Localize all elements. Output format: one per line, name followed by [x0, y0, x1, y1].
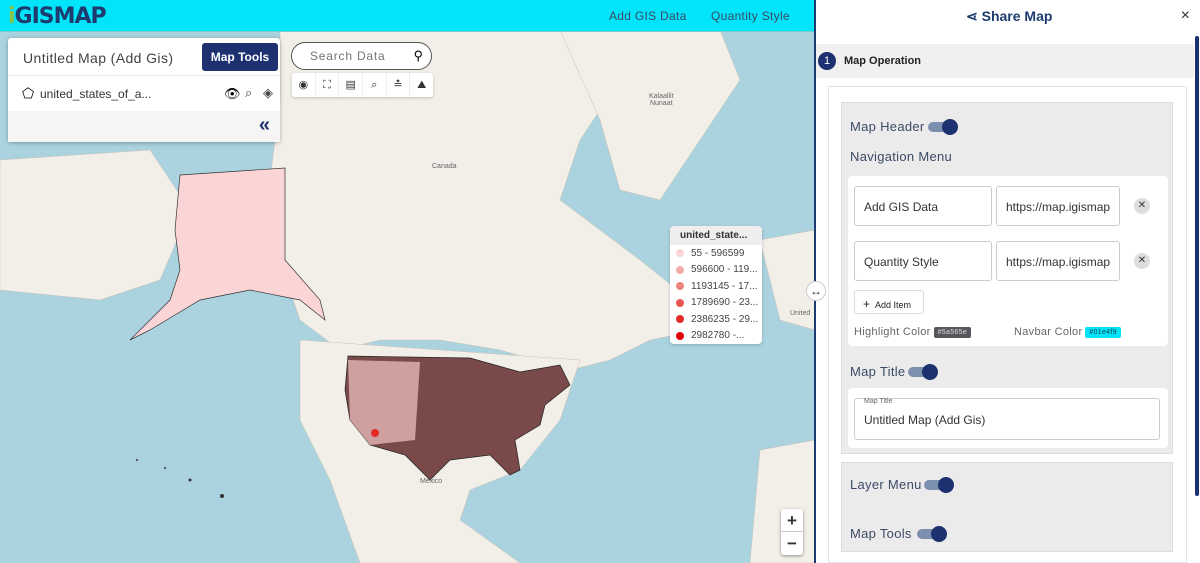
search-icon[interactable]: ⚲: [413, 48, 423, 64]
remove-item-icon[interactable]: ✕: [1134, 253, 1150, 269]
map-title-input[interactable]: Map Title Untitled Map (Add Gis): [854, 398, 1160, 440]
legend-swatch: [676, 249, 684, 258]
menu-settings: Layer Menu Map Tools: [841, 462, 1173, 552]
navigation-menu-label: Navigation Menu: [850, 149, 953, 164]
close-button[interactable]: ×: [1181, 7, 1190, 25]
zoom-to-layer-icon[interactable]: ⌕: [245, 85, 252, 101]
navbar-color: Navbar Color #01e4f9: [1014, 326, 1121, 338]
navbar: iGISMAP Add GIS Data Quantity Style: [0, 0, 815, 32]
legend-title: united_state...: [670, 226, 762, 245]
legend-item: 2982780 -...: [670, 328, 762, 345]
nav-items-box: Add GIS Data https://map.igismap ✕ Quant…: [848, 176, 1168, 346]
label-greenland: Kalaallit Nunaat: [649, 93, 674, 107]
map-tools-label: Map Tools: [850, 526, 912, 541]
zoom-in-button[interactable]: +: [781, 509, 803, 532]
header-settings: Map Header Navigation Menu Add GIS Data …: [841, 102, 1173, 454]
legend-swatch: [676, 331, 684, 340]
share-map-title: ⋖ Share Map: [966, 8, 1053, 24]
map-canvas[interactable]: Kalaallit Nunaat Canada México United iG…: [0, 0, 815, 563]
zoom-out-button[interactable]: −: [781, 532, 803, 555]
navbar-color-chip[interactable]: #01e4f9: [1085, 326, 1121, 338]
label-mexico: México: [420, 478, 443, 485]
legend-swatch: [676, 315, 684, 324]
eye-icon[interactable]: 👁: [224, 86, 241, 102]
collapse-icon[interactable]: «: [259, 114, 270, 137]
map-title-label: Map Title: [850, 364, 906, 379]
nav-quantity-style[interactable]: Quantity Style: [711, 9, 790, 23]
section-number: 1: [818, 52, 836, 70]
highlight-color-chip[interactable]: #5a565e: [933, 326, 972, 338]
locate-icon[interactable]: ◉: [292, 73, 316, 97]
map-header-toggle[interactable]: [928, 119, 958, 135]
legend-swatch: [676, 265, 684, 274]
search-icon[interactable]: ⌕: [363, 73, 387, 97]
search-box[interactable]: ⚲: [291, 42, 432, 70]
layer-menu-toggle[interactable]: [924, 477, 954, 493]
share-panel: ⋖ Share Map × 1 Map Operation Map Header…: [816, 0, 1200, 563]
zoom-control: + −: [781, 509, 803, 555]
map-header-label: Map Header: [850, 119, 925, 134]
map-title: Untitled Map (Add Gis): [23, 50, 174, 66]
layer-row[interactable]: ⬠ united_states_of_a... 👁 ⌕ ◈: [8, 75, 280, 111]
plus-icon: +: [863, 297, 871, 311]
share-icon: ⋖: [966, 8, 982, 24]
nav-add-gis-data[interactable]: Add GIS Data: [609, 9, 687, 23]
nav-item-name-input[interactable]: Add GIS Data: [854, 186, 992, 226]
highlight-color: Highlight Color #5a565e: [854, 326, 972, 338]
layer-panel: Untitled Map (Add Gis) Map Tools ⬠ unite…: [8, 38, 280, 142]
section-label: Map Operation: [844, 55, 922, 67]
resize-handle-icon[interactable]: ↔: [806, 281, 826, 301]
legend-swatch: [676, 282, 684, 291]
add-item-button[interactable]: + Add Item: [854, 290, 924, 314]
map-tools-toggle[interactable]: [917, 526, 947, 542]
legend-item: 1789690 - 23...: [670, 295, 762, 312]
section-map-operation[interactable]: 1 Map Operation: [816, 44, 1194, 78]
legend-item: 596600 - 119...: [670, 262, 762, 279]
map-title-box: Map Title Untitled Map (Add Gis): [848, 388, 1168, 448]
legend: united_state... 55 - 596599 596600 - 119.…: [670, 226, 762, 344]
nav-item-url-input[interactable]: https://map.igismap: [996, 186, 1120, 226]
layer-name: united_states_of_a...: [40, 87, 152, 101]
remove-item-icon[interactable]: ✕: [1134, 198, 1150, 214]
fullscreen-icon[interactable]: ⛶: [316, 73, 340, 97]
layers-icon[interactable]: ◈: [263, 85, 273, 101]
search-input[interactable]: [310, 49, 405, 63]
legend-item: 1193145 - 17...: [670, 278, 762, 295]
measure-icon[interactable]: ≛: [387, 73, 411, 97]
legend-item: 2386235 - 29...: [670, 311, 762, 328]
polygon-icon: ⬠: [22, 85, 35, 101]
legend-swatch: [676, 298, 684, 307]
legend-item: 55 - 596599: [670, 245, 762, 262]
layer-menu-label: Layer Menu: [850, 477, 922, 492]
print-icon[interactable]: ▤: [339, 73, 364, 97]
basemap-icon[interactable]: ⛰: [410, 73, 433, 97]
map-toolbar: ◉ ⛶ ▤ ⌕ ≛ ⛰: [292, 73, 433, 97]
settings-card: Map Header Navigation Menu Add GIS Data …: [828, 86, 1187, 563]
label-uk: United: [790, 310, 811, 317]
map-tools-button[interactable]: Map Tools: [202, 43, 278, 71]
nav-item-name-input[interactable]: Quantity Style: [854, 241, 992, 281]
logo[interactable]: iGISMAP: [8, 4, 107, 29]
scrollbar[interactable]: [1195, 36, 1199, 496]
label-canada: Canada: [432, 163, 457, 170]
nav-item-url-input[interactable]: https://map.igismap: [996, 241, 1120, 281]
map-title-toggle[interactable]: [908, 364, 938, 380]
